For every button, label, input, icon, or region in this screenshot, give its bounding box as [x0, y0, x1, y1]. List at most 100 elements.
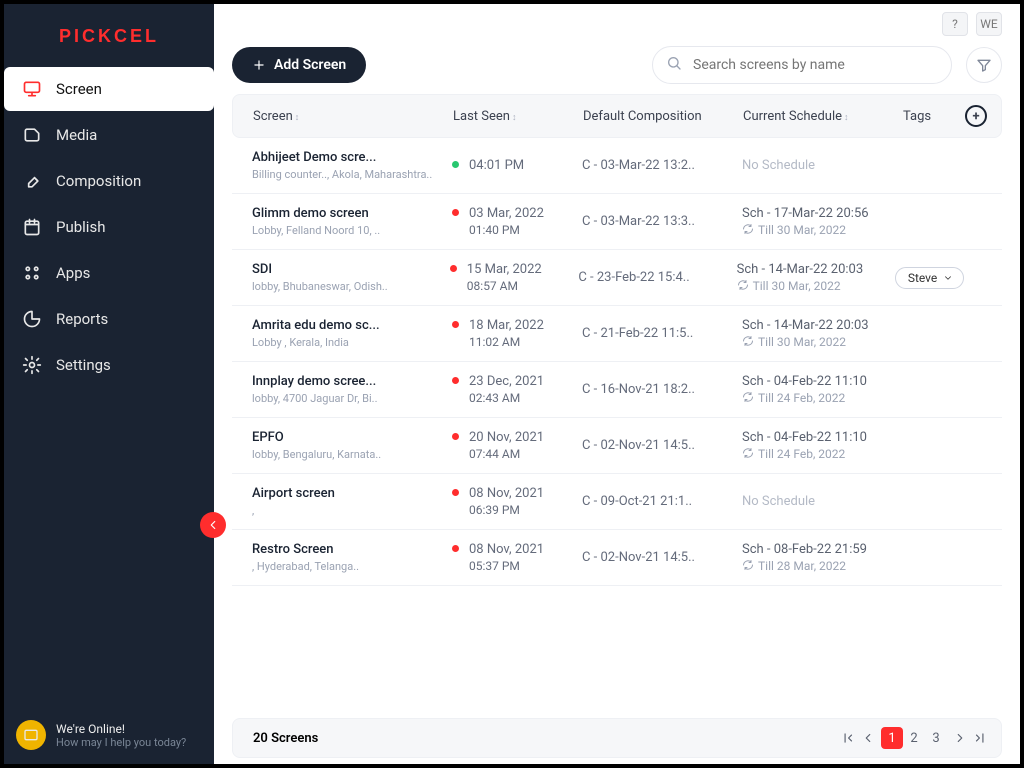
- sidebar-item-label: Screen: [56, 80, 102, 98]
- reports-icon: [22, 309, 42, 329]
- sidebar-item-reports[interactable]: Reports: [4, 297, 214, 341]
- screen-name: Abhijeet Demo scre...: [252, 150, 452, 165]
- pager-page-2[interactable]: 2: [903, 727, 925, 749]
- composition: C - 23-Feb-22 15:4..: [578, 270, 736, 285]
- sidebar-item-media[interactable]: Media: [4, 113, 214, 157]
- search-icon: [666, 55, 682, 75]
- screen-name: Restro Screen: [252, 542, 452, 557]
- schedule: Sch - 04-Feb-22 11:10Till 24 Feb, 2022: [742, 374, 902, 405]
- col-last-seen[interactable]: Last Seen↕: [453, 109, 583, 124]
- sidebar-item-label: Reports: [56, 310, 108, 328]
- pager-prev[interactable]: [861, 731, 875, 745]
- composition: C - 09-Oct-21 21:1..: [582, 494, 742, 509]
- screen-location: Lobby , Kerala, India: [252, 336, 452, 349]
- screen-name: EPFO: [252, 430, 452, 445]
- status-dot: [452, 545, 459, 552]
- sidebar-item-apps[interactable]: Apps: [4, 251, 214, 295]
- help-button[interactable]: ?: [942, 12, 968, 36]
- table-row[interactable]: Amrita edu demo sc... Lobby , Kerala, Ind…: [232, 306, 1002, 362]
- user-badge[interactable]: WE: [976, 12, 1002, 36]
- media-icon: [22, 125, 42, 145]
- settings-icon: [22, 355, 42, 375]
- tag-chip[interactable]: Steve: [895, 267, 964, 289]
- composition-icon: [22, 171, 42, 191]
- pager-page-1[interactable]: 1: [881, 727, 903, 749]
- sidebar-item-label: Composition: [56, 172, 141, 190]
- publish-icon: [22, 217, 42, 237]
- screen-location: lobby, Bhubaneswar, Odish..: [252, 280, 450, 293]
- last-seen: 08 Nov, 2021: [469, 542, 544, 557]
- sidebar-item-label: Media: [56, 126, 97, 144]
- last-seen: 20 Nov, 2021: [469, 430, 544, 445]
- screen-location: , Hyderabad, Telanga..: [252, 560, 452, 573]
- last-seen: 15 Mar, 2022: [467, 262, 542, 277]
- table-row[interactable]: Glimm demo screen Lobby, Felland Noord 10…: [232, 194, 1002, 250]
- apps-icon: [22, 263, 42, 283]
- table-row[interactable]: Innplay demo scree... lobby, 4700 Jaguar …: [232, 362, 1002, 418]
- screen-name: Glimm demo screen: [252, 206, 452, 221]
- add-screen-label: Add Screen: [274, 57, 346, 73]
- table-row[interactable]: Abhijeet Demo scre... Billing counter.., …: [232, 138, 1002, 194]
- screen-location: Lobby, Felland Noord 10, ..: [252, 224, 452, 237]
- schedule: Sch - 14-Mar-22 20:03Till 30 Mar, 2022: [737, 262, 895, 293]
- schedule: No Schedule: [742, 494, 902, 509]
- schedule: Sch - 08-Feb-22 21:59Till 28 Mar, 2022: [742, 542, 902, 573]
- add-column-button[interactable]: +: [965, 105, 987, 127]
- chat-line1: We're Online!: [56, 722, 186, 736]
- pager-page-3[interactable]: 3: [925, 727, 947, 749]
- sidebar: PICKCEL Screen Media Composition Publish App…: [4, 4, 214, 764]
- col-schedule[interactable]: Current Schedule↕: [743, 109, 903, 124]
- chat-icon: [16, 720, 46, 750]
- screen-icon: [22, 79, 42, 99]
- screen-location: lobby, Bengaluru, Karnata..: [252, 448, 452, 461]
- sidebar-item-label: Settings: [56, 356, 111, 374]
- pager-last[interactable]: [973, 731, 987, 745]
- last-seen: 03 Mar, 2022: [469, 206, 544, 221]
- brand-logo: PICKCEL: [4, 4, 214, 65]
- last-seen: 08 Nov, 2021: [469, 486, 544, 501]
- status-dot: [450, 265, 457, 272]
- chat-line2: How may I help you today?: [56, 736, 186, 749]
- screen-name: Amrita edu demo sc...: [252, 318, 452, 333]
- chat-widget[interactable]: We're Online! How may I help you today?: [16, 720, 186, 750]
- sidebar-item-screen[interactable]: Screen: [4, 67, 214, 111]
- add-screen-button[interactable]: Add Screen: [232, 47, 366, 83]
- table-header: Screen↕ Last Seen↕ Default Composition C…: [232, 94, 1002, 138]
- sidebar-item-label: Apps: [56, 264, 90, 282]
- screen-location: Billing counter.., Akola, Maharashtra..: [252, 168, 452, 181]
- table-row[interactable]: SDI lobby, Bhubaneswar, Odish.. 15 Mar, 20…: [232, 250, 1002, 306]
- collapse-sidebar-button[interactable]: [200, 512, 226, 538]
- composition: C - 16-Nov-21 18:2..: [582, 382, 742, 397]
- screen-name: Innplay demo scree...: [252, 374, 452, 389]
- status-dot: [452, 161, 459, 168]
- screen-location: ,: [252, 504, 452, 517]
- filter-button[interactable]: [966, 47, 1002, 83]
- tags-cell: Steve: [895, 267, 964, 289]
- sidebar-item-publish[interactable]: Publish: [4, 205, 214, 249]
- col-screen[interactable]: Screen↕: [253, 109, 453, 124]
- screen-count: 20 Screens: [253, 731, 318, 746]
- status-dot: [452, 209, 459, 216]
- schedule: Sch - 17-Mar-22 20:56Till 30 Mar, 2022: [742, 206, 902, 237]
- table-row[interactable]: EPFO lobby, Bengaluru, Karnata.. 20 Nov, 2…: [232, 418, 1002, 474]
- screen-name: Airport screen: [252, 486, 452, 501]
- search-input[interactable]: [652, 46, 952, 84]
- status-dot: [452, 321, 459, 328]
- pager-next[interactable]: [953, 731, 967, 745]
- composition: C - 02-Nov-21 14:5..: [582, 438, 742, 453]
- sidebar-item-label: Publish: [56, 218, 105, 236]
- table-row[interactable]: Airport screen,08 Nov, 202106:39 PMC - 0…: [232, 474, 1002, 530]
- sidebar-item-settings[interactable]: Settings: [4, 343, 214, 387]
- composition: C - 21-Feb-22 11:5..: [582, 326, 742, 341]
- screen-name: SDI: [252, 262, 450, 277]
- pager: 123: [841, 727, 987, 749]
- last-seen: 23 Dec, 2021: [469, 374, 544, 389]
- last-seen: 18 Mar, 2022: [469, 318, 544, 333]
- pager-first[interactable]: [841, 731, 855, 745]
- last-seen: 04:01 PM: [469, 158, 524, 173]
- sidebar-item-composition[interactable]: Composition: [4, 159, 214, 203]
- table-row[interactable]: Restro Screen , Hyderabad, Telanga.. 08 No…: [232, 530, 1002, 586]
- schedule: Sch - 14-Mar-22 20:03Till 30 Mar, 2022: [742, 318, 902, 349]
- col-composition[interactable]: Default Composition: [583, 109, 743, 124]
- screen-location: lobby, 4700 Jaguar Dr, Bi..: [252, 392, 452, 405]
